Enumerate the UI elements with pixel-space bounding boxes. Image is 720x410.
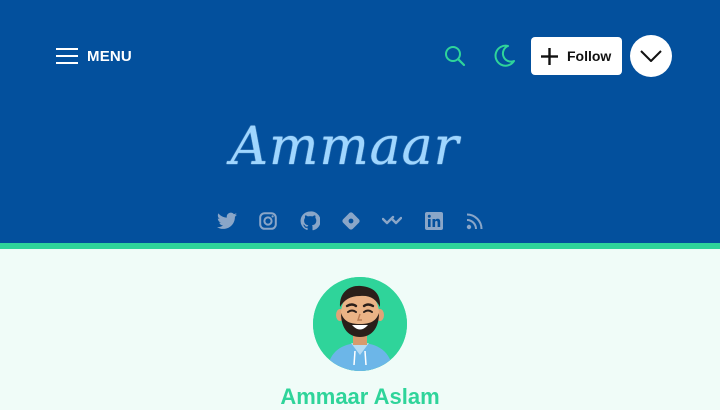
devto-icon <box>382 215 403 225</box>
menu-button[interactable]: MENU <box>56 44 132 68</box>
plus-icon <box>541 47 558 65</box>
expand-button[interactable] <box>630 35 672 77</box>
search-button[interactable] <box>443 44 467 68</box>
hamburger-icon <box>56 48 78 64</box>
devto-link[interactable] <box>382 209 403 233</box>
avatar-illustration <box>313 277 407 371</box>
chevron-down-icon <box>640 50 662 62</box>
rss-icon <box>467 213 483 230</box>
gitlab-link[interactable] <box>340 209 361 233</box>
twitter-link[interactable] <box>216 209 237 233</box>
instagram-icon <box>259 212 277 230</box>
site-header: MENU Follow Ammaar <box>0 0 720 243</box>
moon-icon <box>494 44 515 67</box>
search-icon <box>445 46 466 67</box>
site-logo[interactable]: Ammaar <box>230 112 460 182</box>
rss-link[interactable] <box>465 209 486 233</box>
instagram-link[interactable] <box>257 209 278 233</box>
linkedin-icon <box>424 212 443 230</box>
twitter-icon <box>216 212 237 229</box>
theme-toggle-button[interactable] <box>491 43 517 69</box>
follow-label: Follow <box>567 48 612 64</box>
github-icon <box>300 211 320 231</box>
menu-label: MENU <box>87 47 132 65</box>
avatar[interactable] <box>313 277 407 371</box>
header-accent-bar <box>0 243 720 249</box>
linkedin-link[interactable] <box>423 209 444 233</box>
social-links <box>216 208 506 234</box>
github-link[interactable] <box>299 209 320 233</box>
author-name: Ammaar Aslam <box>280 384 440 409</box>
gitlab-icon <box>342 212 360 230</box>
follow-button[interactable]: Follow <box>531 37 622 75</box>
